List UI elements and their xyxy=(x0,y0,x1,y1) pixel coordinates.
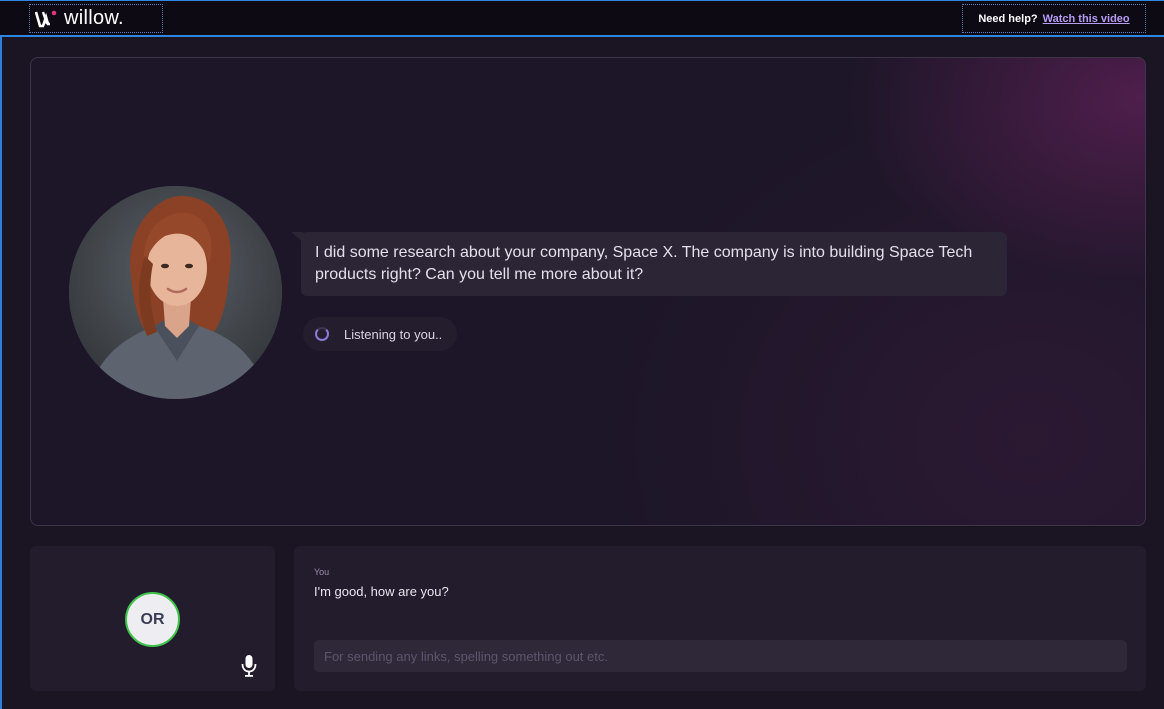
interviewer-avatar xyxy=(69,186,282,399)
spinner-icon xyxy=(315,327,329,341)
top-bar: willow. Need help? Watch this video xyxy=(0,0,1164,37)
logo-text: willow. xyxy=(64,7,124,29)
logo[interactable]: willow. xyxy=(29,4,163,33)
watch-video-link[interactable]: Watch this video xyxy=(1043,13,1130,25)
ai-message-bubble: I did some research about your company, … xyxy=(291,232,1007,296)
help-area: Need help? Watch this video xyxy=(962,4,1146,33)
transcript-panel: You I'm good, how are you? xyxy=(294,546,1146,691)
user-initials: OR xyxy=(140,610,165,628)
willow-logo-icon xyxy=(35,10,57,27)
listening-status: Listening to you.. xyxy=(303,317,457,351)
speaker-label: You xyxy=(314,567,330,577)
user-avatar: OR xyxy=(125,592,180,647)
ai-message-text: I did some research about your company, … xyxy=(315,244,973,283)
user-panel: OR xyxy=(30,546,275,691)
microphone-icon[interactable] xyxy=(241,655,257,677)
conversation-panel: I did some research about your company, … xyxy=(30,57,1146,526)
help-label: Need help? xyxy=(978,12,1038,25)
interviewer-portrait xyxy=(69,186,282,399)
user-transcript-text: I'm good, how are you? xyxy=(314,584,449,599)
message-input[interactable] xyxy=(314,640,1127,672)
listening-status-text: Listening to you.. xyxy=(344,326,443,342)
